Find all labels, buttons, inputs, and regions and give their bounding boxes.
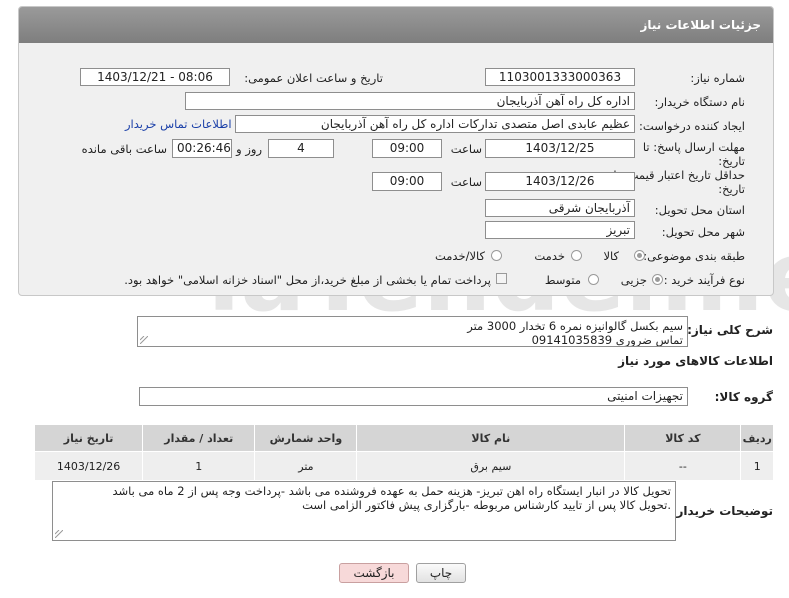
description-line-1: سیم بکسل گالوانیزه نمره 6 تخدار 3000 متر — [467, 319, 683, 333]
deadline-time-field: 09:00 — [372, 139, 442, 158]
col-header-row-number: ردیف — [740, 424, 774, 452]
buyer-notes-line-2: .تحویل کالا پس از تایید کارشناس مربوطه -… — [302, 498, 671, 512]
days-field: 4 — [268, 139, 334, 158]
category-option-goods: کالا — [603, 249, 619, 263]
goods-table: ردیف کد کالا نام کالا واحد شمارش تعداد /… — [33, 424, 774, 481]
category-radio-goods[interactable] — [634, 250, 645, 261]
goods-group-field: تجهیزات امنیتی — [139, 387, 688, 406]
deadline-label-date: تاریخ: — [718, 154, 745, 168]
buyer-contact-link[interactable]: اطلاعات تماس خریدار — [125, 117, 232, 131]
process-type-label: نوع فرآیند خرید : — [663, 273, 745, 287]
panel-title: جزئیات اطلاعات نیاز — [640, 18, 761, 32]
province-label: استان محل تحویل: — [654, 203, 745, 217]
description-textarea: سیم بکسل گالوانیزه نمره 6 تخدار 3000 متر… — [137, 316, 688, 347]
need-number-label: شماره نیاز: — [690, 71, 745, 85]
cell-code: -- — [624, 451, 742, 481]
cell-quantity: 1 — [142, 451, 256, 481]
days-label: روز و — [236, 142, 262, 156]
cell-unit: متر — [254, 451, 358, 481]
city-field: تبریز — [485, 221, 635, 239]
treasury-payment-note: پرداخت تمام یا بخشی از مبلغ خرید،از محل … — [124, 273, 491, 287]
need-number-field: 1103001333000363 — [485, 68, 635, 86]
validity-label-date: تاریخ: — [718, 182, 745, 196]
cell-name: سیم برق — [356, 451, 626, 481]
remaining-time-label: ساعت باقی مانده — [81, 142, 167, 156]
validity-date-field: 1403/12/26 — [485, 172, 635, 191]
col-header-quantity: تعداد / مقدار — [142, 424, 256, 452]
process-option-minor: جزیی — [620, 273, 647, 287]
description-line-2: تماس ضروری 09141035839 — [531, 333, 683, 347]
deadline-label: مهلت ارسال پاسخ: تا — [642, 140, 745, 154]
goods-info-title: اطلاعات کالاهای مورد نیاز — [618, 354, 773, 368]
category-label: طبقه بندی موضوعی: — [643, 249, 745, 263]
goods-group-label: گروه کالا: — [714, 390, 773, 404]
process-option-medium: متوسط — [544, 273, 581, 287]
buyer-notes-textarea: تحویل کالا در انبار ایستگاه راه اهن تبری… — [52, 481, 676, 541]
resize-handle-icon[interactable] — [55, 530, 63, 538]
buyer-org-field: اداره کل راه آهن آذربایجان — [185, 92, 635, 110]
deadline-date-field: 1403/12/25 — [485, 139, 635, 158]
col-header-date: تاریخ نیاز — [33, 424, 144, 452]
panel-header: جزئیات اطلاعات نیاز — [19, 7, 773, 43]
goods-table-header-row: ردیف کد کالا نام کالا واحد شمارش تعداد /… — [33, 424, 774, 452]
process-radio-minor[interactable] — [652, 274, 663, 285]
cell-date: 1403/12/26 — [33, 451, 144, 481]
creator-field: عظیم عابدی اصل متصدی تدارکات اداره کل را… — [235, 115, 635, 133]
buyer-notes-label: توضیحات خریدار: — [671, 504, 773, 518]
city-label: شهر محل تحویل: — [661, 225, 745, 239]
remaining-time-field: 00:26:46 — [172, 139, 232, 158]
col-header-unit: واحد شمارش — [254, 424, 358, 452]
print-button[interactable]: چاپ — [416, 563, 466, 583]
buyer-notes-line-1: تحویل کالا در انبار ایستگاه راه اهن تبری… — [112, 484, 671, 498]
description-label: شرح کلی نیاز: — [687, 323, 773, 337]
resize-handle-icon[interactable] — [140, 336, 148, 344]
process-radio-medium[interactable] — [588, 274, 599, 285]
col-header-name: نام کالا — [356, 424, 626, 452]
back-button[interactable]: بازگشت — [339, 563, 409, 583]
validity-time-label: ساعت — [450, 175, 482, 189]
deadline-time-label: ساعت — [450, 142, 482, 156]
announce-date-label: تاریخ و ساعت اعلان عمومی: — [244, 71, 383, 85]
buyer-org-label: نام دستگاه خریدار: — [654, 95, 745, 109]
category-option-service: خدمت — [534, 249, 565, 263]
category-radio-service[interactable] — [571, 250, 582, 261]
cell-row-number: 1 — [740, 451, 774, 481]
category-radio-goods-service[interactable] — [491, 250, 502, 261]
province-field: آذربایجان شرقی — [485, 199, 635, 217]
creator-label: ایجاد کننده درخواست: — [639, 119, 745, 133]
category-option-goods-service: کالا/خدمت — [434, 249, 485, 263]
validity-time-field: 09:00 — [372, 172, 442, 191]
table-row: 1 -- سیم برق متر 1 1403/12/26 — [33, 451, 774, 481]
treasury-payment-checkbox[interactable] — [496, 273, 507, 284]
col-header-code: کد کالا — [624, 424, 742, 452]
announce-date-field: 1403/12/21 - 08:06 — [80, 68, 230, 86]
